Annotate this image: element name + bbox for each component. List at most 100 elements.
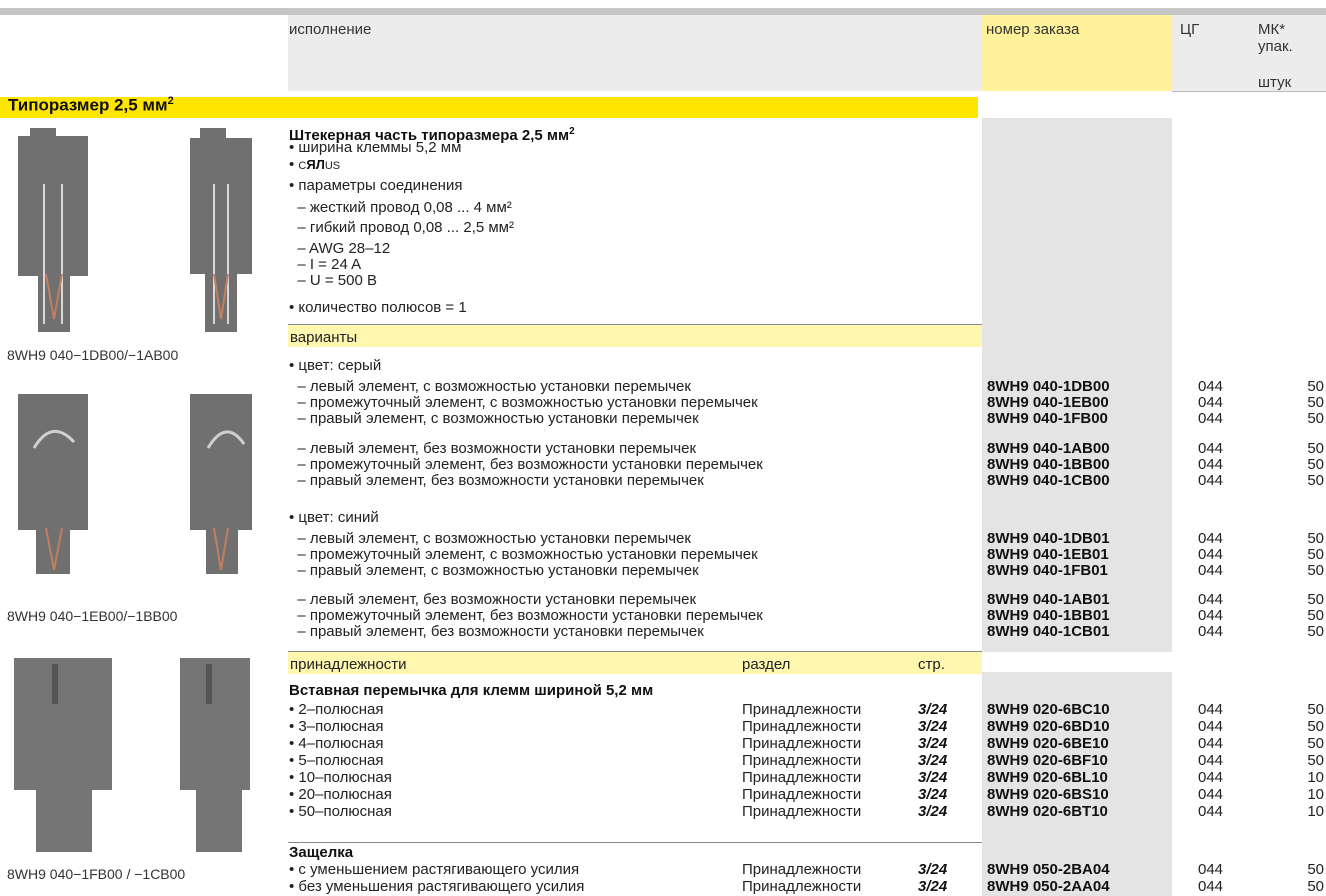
bridge-row-desc: • 4–полюсная bbox=[289, 735, 384, 752]
variant-row-order: 8WH9 040-1EB01 bbox=[987, 546, 1109, 563]
plug-spec-params: • параметры соединения bbox=[289, 177, 463, 194]
bridge-row-order: 8WH9 020-6BT10 bbox=[987, 803, 1108, 820]
bridge-row-page: 3/24 bbox=[918, 786, 948, 803]
top-rule bbox=[0, 8, 1326, 15]
bridge-row-section: Принадлежности bbox=[742, 735, 862, 752]
variant-row-pg: 044 bbox=[1198, 394, 1224, 411]
bridge-row-order: 8WH9 020-6BC10 bbox=[987, 701, 1110, 718]
latch-divider bbox=[288, 842, 982, 843]
variant-row-order: 8WH9 040-1DB00 bbox=[987, 378, 1110, 395]
latch-row-order: 8WH9 050-2AA04 bbox=[987, 878, 1110, 895]
bridge-row-desc: • 20–полюсная bbox=[289, 786, 392, 803]
photo-terminal-1 bbox=[18, 128, 252, 332]
variant-row-order: 8WH9 040-1EB00 bbox=[987, 394, 1109, 411]
accessories-col-section: раздел bbox=[742, 656, 791, 673]
header-mk: МК* bbox=[1258, 21, 1286, 38]
plug-spec-poles: • количество полюсов = 1 bbox=[289, 299, 467, 316]
header-unit: штук bbox=[1258, 74, 1292, 91]
bridge-row-order: 8WH9 020-6BD10 bbox=[987, 718, 1110, 735]
variant-row-qty: 50 bbox=[1307, 607, 1324, 624]
variant-row-desc: – левый элемент, без возможности установ… bbox=[289, 440, 697, 457]
plug-spec-voltage: – U = 500 B bbox=[289, 272, 377, 289]
variant-row-pg: 044 bbox=[1198, 546, 1224, 563]
variant-row-qty: 50 bbox=[1307, 378, 1324, 395]
bridge-row-desc: • 5–полюсная bbox=[289, 752, 384, 769]
bridge-row-page: 3/24 bbox=[918, 701, 948, 718]
latch-row-order: 8WH9 050-2BA04 bbox=[987, 861, 1110, 878]
bridge-row-page: 3/24 bbox=[918, 735, 948, 752]
bridge-row-pg: 044 bbox=[1198, 701, 1224, 718]
bridge-row-order: 8WH9 020-6BL10 bbox=[987, 769, 1108, 786]
bridge-row-pg: 044 bbox=[1198, 752, 1224, 769]
plug-spec-cert: • CЯЛUS bbox=[289, 156, 341, 173]
bridge-row-order: 8WH9 020-6BE10 bbox=[987, 735, 1109, 752]
variant-row-desc: – промежуточный элемент, без возможности… bbox=[289, 607, 763, 624]
variants-label: варианты bbox=[290, 329, 358, 346]
variant-row-qty: 50 bbox=[1307, 410, 1324, 427]
variant-row-qty: 50 bbox=[1307, 530, 1324, 547]
variant-row-order: 8WH9 040-1AB00 bbox=[987, 440, 1110, 457]
variant-row-order: 8WH9 040-1BB01 bbox=[987, 607, 1110, 624]
caption-photo-2: 8WH9 040−1EB00/−1BB00 bbox=[7, 608, 178, 624]
bridge-row-order: 8WH9 020-6BS10 bbox=[987, 786, 1109, 803]
variant-row-desc: – левый элемент, с возможностью установк… bbox=[289, 378, 691, 395]
section-title: Типоразмер 2,5 мм2 bbox=[8, 95, 174, 115]
header-order-number: номер заказа bbox=[986, 21, 1080, 38]
caption-photo-3: 8WH9 040−1FB00 / −1CB00 bbox=[7, 866, 186, 882]
variant-row-pg: 044 bbox=[1198, 456, 1224, 473]
bridge-row-section: Принадлежности bbox=[742, 769, 862, 786]
header-pg: ЦГ bbox=[1180, 21, 1200, 38]
bridge-row-qty: 50 bbox=[1307, 701, 1324, 718]
variant-row-order: 8WH9 040-1FB00 bbox=[987, 410, 1108, 427]
bridge-row-section: Принадлежности bbox=[742, 752, 862, 769]
latch-row-pg: 044 bbox=[1198, 878, 1224, 895]
plug-spec-rigid: – жесткий провод 0,08 ... 4 мм² bbox=[289, 199, 512, 216]
caption-photo-1: 8WH9 040−1DB00/−1AB00 bbox=[7, 347, 179, 363]
variant-row-order: 8WH9 040-1CB01 bbox=[987, 623, 1110, 640]
header-pack: упак. bbox=[1258, 38, 1293, 55]
bridge-row-qty: 10 bbox=[1307, 769, 1324, 786]
variant-row-pg: 044 bbox=[1198, 440, 1224, 457]
variant-row-qty: 50 bbox=[1307, 546, 1324, 563]
bridge-row-pg: 044 bbox=[1198, 769, 1224, 786]
variant-row-qty: 50 bbox=[1307, 562, 1324, 579]
variant-row-desc: – левый элемент, с возможностью установк… bbox=[289, 530, 691, 547]
variant-row-qty: 50 bbox=[1307, 440, 1324, 457]
plug-spec-width: • ширина клеммы 5,2 мм bbox=[289, 139, 462, 156]
latch-row-page: 3/24 bbox=[918, 878, 948, 895]
variant-row-order: 8WH9 040-1DB01 bbox=[987, 530, 1110, 547]
variant-row-desc: – промежуточный элемент, без возможности… bbox=[289, 456, 763, 473]
bridge-row-page: 3/24 bbox=[918, 803, 948, 820]
latch-row-section: Принадлежности bbox=[742, 878, 862, 895]
variant-row-order: 8WH9 040-1CB00 bbox=[987, 472, 1110, 489]
latch-row-desc: • с уменьшением растягивающего усилия bbox=[289, 861, 580, 878]
bridge-row-qty: 50 bbox=[1307, 752, 1324, 769]
bridge-row-section: Принадлежности bbox=[742, 718, 862, 735]
header-execution: исполнение bbox=[289, 21, 372, 38]
variant-row-desc: – правый элемент, без возможности устано… bbox=[289, 472, 704, 489]
bridge-row-pg: 044 bbox=[1198, 803, 1224, 820]
variant-row-qty: 50 bbox=[1307, 591, 1324, 608]
variant-row-pg: 044 bbox=[1198, 472, 1224, 489]
variant-row-pg: 044 bbox=[1198, 607, 1224, 624]
bridge-row-qty: 50 bbox=[1307, 735, 1324, 752]
plug-spec-awg: – AWG 28–12 bbox=[289, 240, 391, 257]
variant-row-desc: – правый элемент, без возможности устано… bbox=[289, 623, 704, 640]
latch-row-pg: 044 bbox=[1198, 861, 1224, 878]
variant-row-order: 8WH9 040-1AB01 bbox=[987, 591, 1110, 608]
photo-terminal-3 bbox=[14, 658, 250, 852]
photo-terminal-2 bbox=[18, 394, 252, 574]
variant-row-qty: 50 bbox=[1307, 472, 1324, 489]
plug-spec-flex: – гибкий провод 0,08 ... 2,5 мм² bbox=[289, 219, 514, 236]
variant-row-pg: 044 bbox=[1198, 378, 1224, 395]
bridge-row-desc: • 10–полюсная bbox=[289, 769, 392, 786]
latch-row-qty: 50 bbox=[1307, 861, 1324, 878]
variant-row-desc: – левый элемент, без возможности установ… bbox=[289, 591, 697, 608]
bridge-row-section: Принадлежности bbox=[742, 786, 862, 803]
variant-row-qty: 50 bbox=[1307, 456, 1324, 473]
bridge-row-order: 8WH9 020-6BF10 bbox=[987, 752, 1108, 769]
variant-row-pg: 044 bbox=[1198, 623, 1224, 640]
ul-logo-icon: ЯЛ bbox=[306, 157, 325, 172]
latch-title: Защелка bbox=[289, 844, 354, 861]
variant-row-pg: 044 bbox=[1198, 410, 1224, 427]
